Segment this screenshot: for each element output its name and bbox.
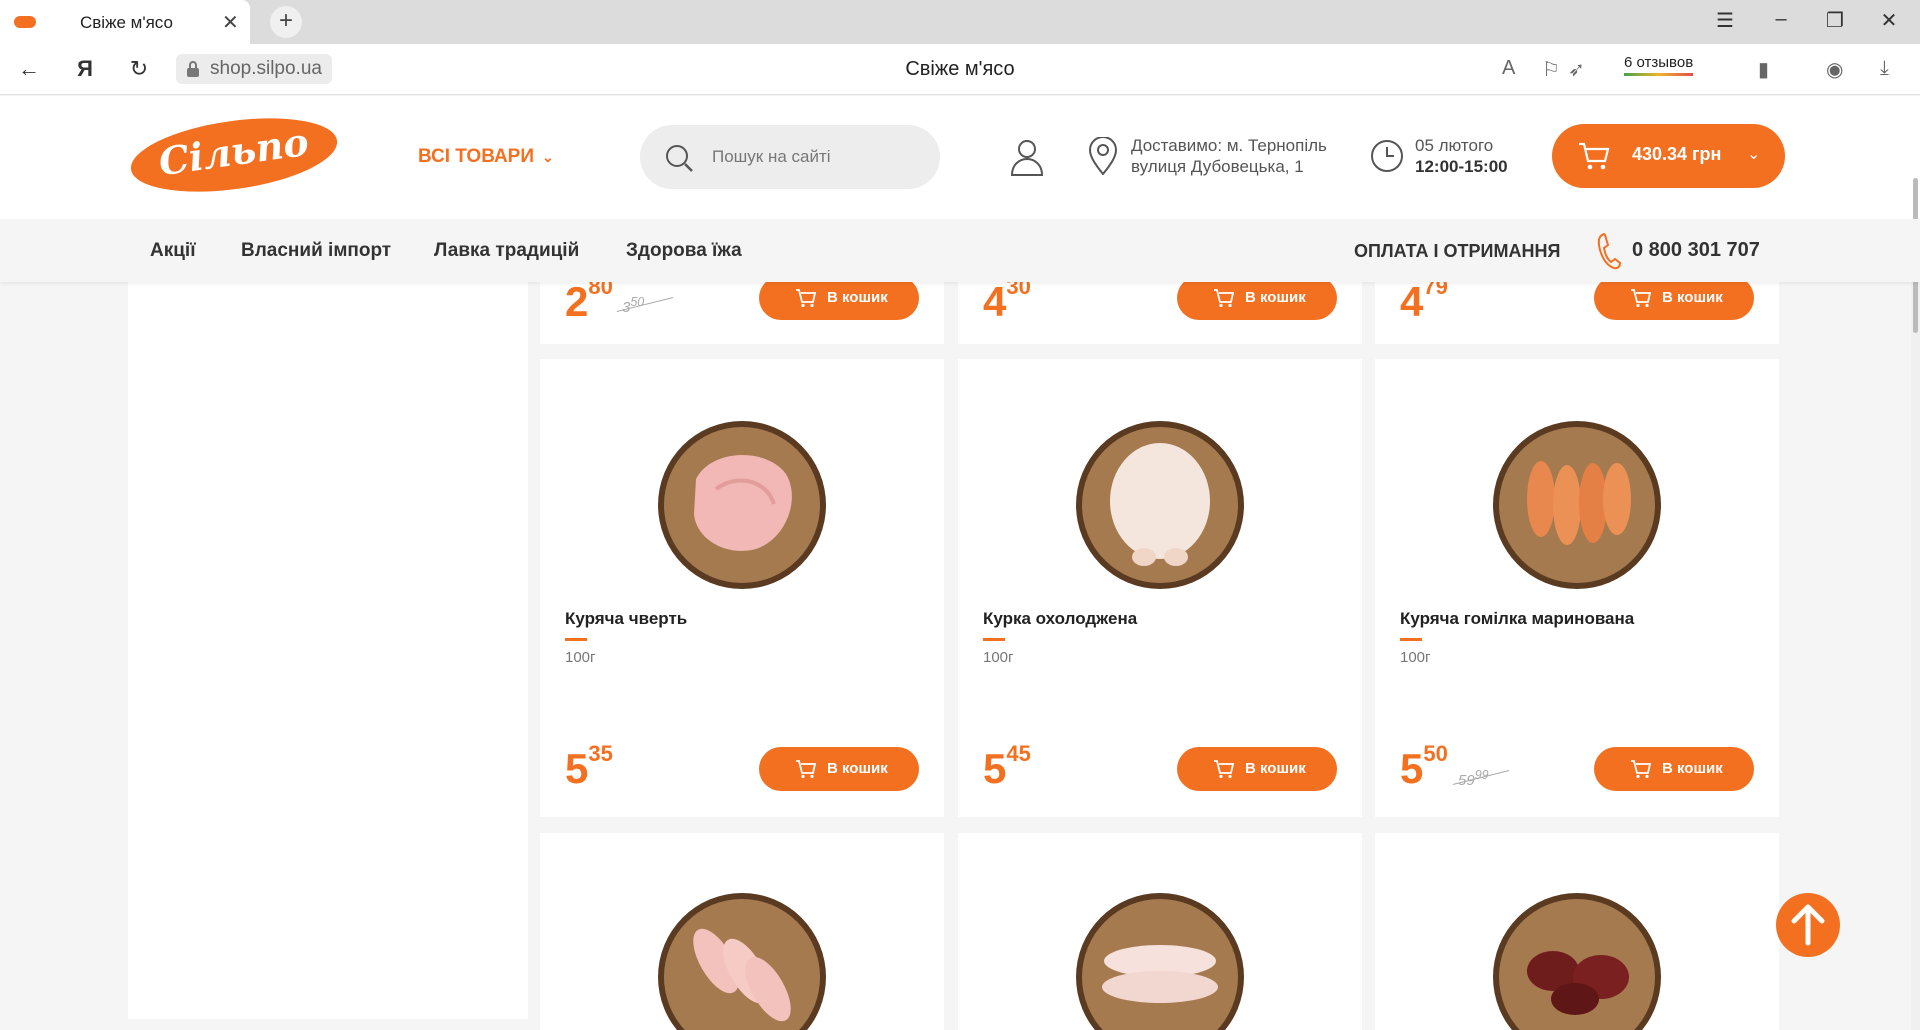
filter-sidebar	[128, 282, 528, 1019]
add-to-cart-button[interactable]: В кошик	[1594, 276, 1754, 320]
product-card[interactable]	[540, 833, 944, 1030]
menu-item-promotions[interactable]: Акції	[150, 240, 196, 262]
scrollbar-track[interactable]	[1911, 282, 1920, 1030]
delivery-slot[interactable]: 05 лютого 12:00-15:00	[1415, 135, 1508, 177]
browser-tabbar: Свіже м'ясо ✕ + ☰ – ❐ ✕	[0, 0, 1920, 44]
add-to-cart-label: В кошик	[1662, 760, 1723, 777]
menu-item-healthy-food[interactable]: Здорова їжа	[626, 240, 742, 262]
chicken-liver-image	[1493, 893, 1661, 1030]
product-weight: 100г	[565, 649, 596, 666]
all-goods-label: ВСІ ТОВАРИ	[418, 146, 535, 167]
arrow-up-icon	[1791, 904, 1825, 946]
product-card[interactable]	[1375, 833, 1779, 1030]
cart-icon	[796, 289, 817, 308]
product-card[interactable]: 430 В кошик	[958, 274, 1362, 344]
product-card[interactable]: Куряча гомілка маринована 100г 550 5999 …	[1375, 359, 1779, 817]
chevron-down-icon: ⌄	[1747, 146, 1761, 163]
close-window-icon[interactable]: ✕	[1874, 8, 1904, 33]
cart-icon	[1214, 289, 1235, 308]
delivery-time: 12:00-15:00	[1415, 157, 1508, 176]
chicken-wings-image	[1076, 893, 1244, 1030]
silpo-logo[interactable]: Сільпо	[127, 110, 341, 192]
product-card[interactable]: Куряча чверть 100г 535 В кошик	[540, 359, 944, 817]
payment-delivery-link[interactable]: ОПЛАТА І ОТРИМАННЯ	[1354, 241, 1560, 262]
new-tab-button[interactable]: +	[270, 6, 302, 38]
delivery-address[interactable]: Доставимо: м. Тернопіль вулиця Дубовецьк…	[1131, 135, 1327, 177]
silpo-favicon-icon	[14, 16, 36, 28]
reviews-badge[interactable]: 6 отзывов	[1624, 54, 1694, 76]
cart-icon	[1214, 760, 1235, 779]
price: 545	[983, 741, 1031, 792]
cart-icon	[1631, 760, 1652, 779]
download-icon[interactable]: ⤓	[1880, 57, 1889, 80]
price: 550	[1400, 741, 1448, 792]
menu-item-traditions[interactable]: Лавка традицій	[434, 240, 579, 262]
add-to-cart-label: В кошик	[1245, 760, 1306, 777]
protect-icon[interactable]: ⚐	[1542, 57, 1560, 82]
menu-item-own-import[interactable]: Власний імпорт	[241, 240, 391, 262]
phone-icon	[1597, 232, 1622, 270]
old-price: 350	[616, 295, 674, 316]
minimize-icon[interactable]: –	[1766, 8, 1796, 31]
product-card[interactable]: 280 350 В кошик	[540, 274, 944, 344]
category-menu: Акції Власний імпорт Лавка традицій Здор…	[0, 219, 1920, 282]
add-to-cart-button[interactable]: В кошик	[1594, 747, 1754, 791]
reviews-text: 6 отзывов	[1624, 54, 1694, 71]
close-tab-icon[interactable]: ✕	[222, 10, 239, 35]
add-to-cart-label: В кошик	[827, 760, 888, 777]
product-name[interactable]: Куряча гомілка маринована	[1400, 609, 1634, 629]
translate-icon[interactable]: A	[1502, 57, 1515, 80]
add-to-cart-label: В кошик	[1245, 289, 1306, 306]
site-header: Сільпо ВСІ ТОВАРИ ⌄ Доставимо: м. Тернопі…	[0, 96, 1920, 219]
add-to-cart-label: В кошик	[827, 289, 888, 306]
marinated-drumstick-image	[1493, 421, 1661, 589]
product-name[interactable]: Курка охолоджена	[983, 609, 1137, 629]
name-underline	[983, 638, 1005, 641]
cart-icon	[796, 760, 817, 779]
add-to-cart-button[interactable]: В кошик	[1177, 747, 1337, 791]
product-card[interactable]	[958, 833, 1362, 1030]
search-input[interactable]	[712, 143, 922, 171]
clock-icon	[1371, 140, 1403, 172]
phone-number[interactable]: 0 800 301 707	[1632, 239, 1760, 262]
bookmark-icon[interactable]: ▮	[1758, 57, 1769, 82]
chilled-chicken-image	[1076, 421, 1244, 589]
cart-icon	[1631, 289, 1652, 308]
cart-button[interactable]: 430.34 грн ⌄	[1552, 124, 1785, 188]
user-icon[interactable]	[1010, 138, 1044, 176]
cart-icon	[1579, 142, 1610, 170]
chicken-quarter-image	[658, 421, 826, 589]
location-pin-icon	[1088, 137, 1118, 175]
price: 535	[565, 741, 613, 792]
product-weight: 100г	[983, 649, 1014, 666]
delivery-date: 05 лютого	[1415, 136, 1494, 155]
delivery-line1: Доставимо: м. Тернопіль	[1131, 136, 1327, 155]
add-to-cart-button[interactable]: В кошик	[1177, 276, 1337, 320]
delivery-line2: вулиця Дубовецька, 1	[1131, 157, 1304, 176]
all-goods-dropdown[interactable]: ВСІ ТОВАРИ ⌄	[418, 146, 554, 168]
restore-icon[interactable]: ❐	[1820, 8, 1850, 33]
turbo-icon[interactable]: ➶	[1568, 57, 1585, 82]
old-price: 5999	[1452, 768, 1510, 789]
product-card[interactable]: Курка охолоджена 100г 545 В кошик	[958, 359, 1362, 817]
add-to-cart-button[interactable]: В кошик	[759, 747, 919, 791]
menu-icon[interactable]: ☰	[1710, 8, 1740, 33]
name-underline	[565, 638, 587, 641]
alice-icon[interactable]: ◉	[1826, 57, 1843, 82]
address-bar: ← Я ↻ shop.silpo.ua Свіже м'ясо A ⚐ ➶ 6 …	[0, 44, 1920, 95]
product-card[interactable]: 479 В кошик	[1375, 274, 1779, 344]
product-weight: 100г	[1400, 649, 1431, 666]
drumstick-image	[658, 893, 826, 1030]
add-to-cart-button[interactable]: В кошик	[759, 276, 919, 320]
browser-tab[interactable]: Свіже м'ясо ✕	[0, 0, 250, 44]
search-icon[interactable]	[664, 143, 694, 173]
cart-total: 430.34 грн	[1632, 144, 1722, 164]
search-box	[640, 125, 940, 189]
name-underline	[1400, 638, 1422, 641]
scroll-to-top-button[interactable]	[1776, 893, 1840, 957]
tab-title: Свіже м'ясо	[80, 13, 173, 32]
chevron-down-icon: ⌄	[542, 149, 554, 165]
add-to-cart-label: В кошик	[1662, 289, 1723, 306]
product-name[interactable]: Куряча чверть	[565, 609, 687, 629]
